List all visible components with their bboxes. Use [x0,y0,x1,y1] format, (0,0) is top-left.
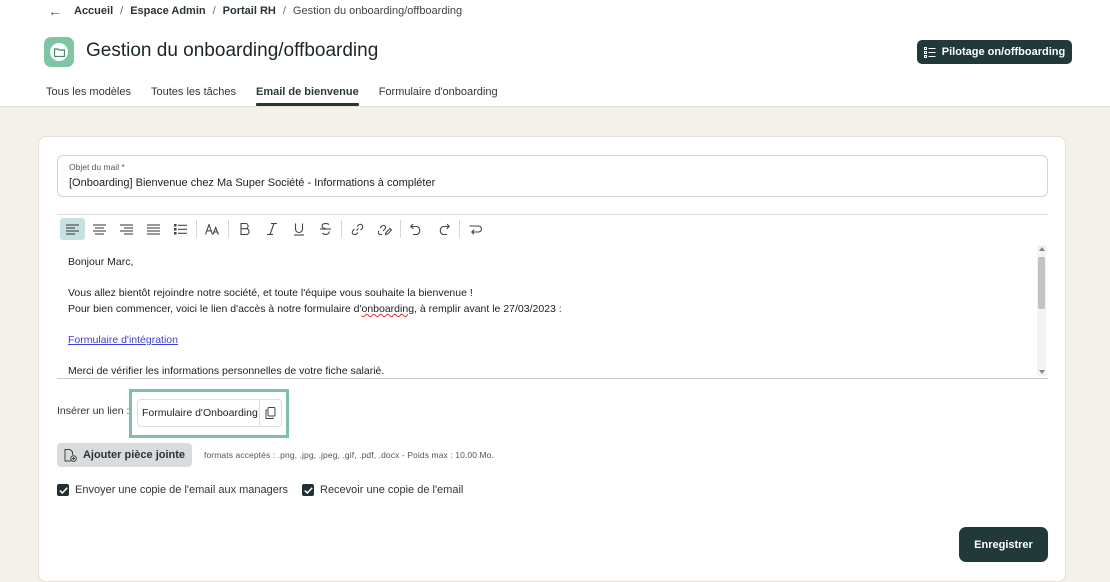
subject-field[interactable]: Objet du mail * [Onboarding] Bienvenue c… [57,155,1048,197]
back-arrow-icon[interactable]: ← [48,4,62,18]
save-button[interactable]: Enregistrer [959,527,1048,562]
align-left-button[interactable] [60,218,85,240]
tab-toutes-les-taches[interactable]: Toutes les tâches [151,84,236,106]
undo-button[interactable] [404,218,429,240]
strikethrough-button[interactable] [313,218,338,240]
align-left-icon [66,223,79,235]
underline-icon [293,223,304,236]
justify-icon [147,223,160,235]
insert-link-button[interactable] [345,218,370,240]
scroll-down-arrow-icon[interactable] [1039,370,1045,374]
pilotage-button[interactable]: Pilotage on/offboarding [917,40,1072,64]
tab-formulaire-onboarding[interactable]: Formulaire d'onboarding [379,84,498,106]
breadcrumb-current: Gestion du onboarding/offboarding [292,5,463,17]
pilotage-button-label: Pilotage on/offboarding [941,46,1066,58]
wrap-icon [469,224,482,235]
insert-link-label: Insérer un lien : [57,405,130,417]
editor-line-1: Vous allez bientôt rejoindre notre socié… [68,287,473,300]
tab-email-de-bienvenue[interactable]: Email de bienvenue [256,84,359,106]
breadcrumb-portail-rh[interactable]: Portail RH [223,5,276,17]
italic-icon [266,223,277,235]
bold-button[interactable] [232,218,257,240]
align-center-button[interactable] [87,218,112,240]
font-size-icon [205,223,219,235]
list-icon [923,46,936,58]
checkbox-checked[interactable] [57,484,69,496]
top-header: ← Accueil / Espace Admin / Portail RH / … [0,0,1110,107]
copy-icon [265,407,276,419]
app-icon [44,37,74,67]
breadcrumb: ← Accueil / Espace Admin / Portail RH / … [48,3,463,19]
add-attachment-label: Ajouter pièce jointe [82,449,186,461]
wrap-button[interactable] [463,218,488,240]
align-right-icon [120,223,133,235]
tab-bar: Tous les modèles Toutes les tâches Email… [46,84,518,106]
underline-button[interactable] [286,218,311,240]
scroll-up-arrow-icon[interactable] [1039,247,1045,251]
subject-label: Objet du mail * [69,162,125,172]
insert-link-field[interactable]: Formulaire d'Onboarding [137,399,282,427]
redo-button[interactable] [431,218,456,240]
insert-link-value: Formulaire d'Onboarding [142,407,258,419]
edit-link-icon [377,224,392,235]
checkbox-checked[interactable] [302,484,314,496]
receive-copy-label: Recevoir une copie de l'email [320,484,464,496]
undo-icon [410,223,421,235]
scroll-thumb[interactable] [1038,257,1045,309]
receive-copy-checkbox[interactable]: Recevoir une copie de l'email [302,484,463,496]
breadcrumb-accueil[interactable]: Accueil [74,5,113,17]
copy-managers-checkbox[interactable]: Envoyer une copie de l'email aux manager… [57,484,288,496]
align-right-button[interactable] [114,218,139,240]
copy-managers-label: Envoyer une copie de l'email aux manager… [75,484,289,496]
accepted-formats-text: formats acceptés : .png, .jpg, .jpeg, .g… [204,450,494,460]
editor-line-2: Pour bien commencer, voici le lien d'acc… [68,302,562,315]
copy-button[interactable] [259,400,281,426]
edit-link-button[interactable] [372,218,397,240]
check-icon [58,486,68,494]
bullet-list-icon [174,223,187,235]
breadcrumb-espace-admin[interactable]: Espace Admin [130,5,205,17]
strikethrough-icon [320,223,331,235]
link-icon [351,223,364,235]
page-title: Gestion du onboarding/offboarding [86,40,379,61]
add-attachment-button[interactable]: Ajouter pièce jointe [57,443,192,467]
toolbar-divider [57,214,1048,215]
justify-button[interactable] [141,218,166,240]
bold-icon [239,223,250,235]
italic-button[interactable] [259,218,284,240]
tab-tous-les-modeles[interactable]: Tous les modèles [46,84,131,106]
form-link[interactable]: Formulaire d'intégration [68,334,178,346]
spellcheck-word: onboarding [361,302,415,315]
editor-scrollbar[interactable] [1037,245,1046,376]
editor-line-3: Merci de vérifier les informations perso… [68,365,385,378]
email-body-editor[interactable]: Bonjour Marc, Vous allez bientôt rejoind… [57,243,1048,379]
editor-toolbar [60,217,490,241]
redo-icon [439,223,450,235]
check-icon [303,486,313,494]
insert-link-highlight: Formulaire d'Onboarding [129,389,289,438]
attachment-icon [64,448,77,462]
font-size-button[interactable] [200,218,225,240]
bullet-list-button[interactable] [168,218,193,240]
editor-greeting: Bonjour Marc, [68,256,134,268]
align-center-icon [93,223,106,235]
subject-input[interactable]: [Onboarding] Bienvenue chez Ma Super Soc… [69,177,435,189]
folder-icon [53,47,65,57]
